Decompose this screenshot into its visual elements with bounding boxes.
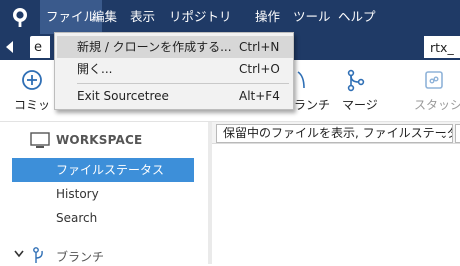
stash-button[interactable]: スタッシュ — [410, 60, 460, 120]
merge-button[interactable]: マージ — [336, 60, 380, 120]
secondary-filter-select[interactable] — [455, 124, 460, 143]
menu-item-shortcut: Alt+F4 — [239, 89, 280, 103]
branch-label: ランチ — [294, 98, 331, 112]
sidebar-item-label: Search — [56, 211, 98, 225]
menu-help[interactable]: ヘルプ — [332, 0, 382, 34]
branch-icon — [33, 247, 43, 263]
commit-button[interactable]: コミッ — [14, 60, 54, 120]
menu-item-label: 新規 / クローンを作成する... — [77, 40, 232, 54]
tab-scroll-left-icon[interactable] — [6, 41, 13, 53]
commit-plus-icon — [22, 70, 42, 90]
menu-item-new-clone[interactable]: 新規 / クローンを作成する... Ctrl+N — [57, 36, 293, 58]
chevron-down-icon[interactable] — [14, 250, 24, 258]
branch-icon — [297, 71, 305, 89]
menu-bar: ファイル 編集 表示 リポジトリ 操作 ツール ヘルプ — [0, 0, 460, 34]
menu-separator — [77, 83, 289, 84]
merge-label: マージ — [342, 98, 378, 112]
menu-item-exit[interactable]: Exit Sourcetree Alt+F4 — [57, 85, 293, 107]
file-status-filter-bar: 保留中のファイルを表示, ファイルステータス順 ⌄ — [212, 122, 460, 144]
stash-label: スタッシュ — [414, 98, 460, 112]
menu-tools[interactable]: ツール — [287, 0, 337, 34]
sourcetree-logo-icon[interactable] — [9, 6, 31, 28]
chevron-down-icon: ⌄ — [439, 130, 448, 141]
sidebar-item-label: ファイルステータス — [56, 163, 165, 177]
menu-item-shortcut: Ctrl+N — [239, 40, 280, 54]
menu-view[interactable]: 表示 — [124, 0, 161, 34]
sidebar-item-search[interactable]: Search — [12, 206, 194, 230]
sidebar: WORKSPACE ファイルステータス History Search ブランチ — [0, 122, 208, 264]
sidebar-branches-label: ブランチ — [56, 250, 105, 264]
file-status-filter-select[interactable]: 保留中のファイルを表示, ファイルステータス順 ⌄ — [216, 124, 453, 143]
menu-item-label: Exit Sourcetree — [77, 89, 169, 103]
sidebar-item-label: History — [56, 187, 99, 201]
sidebar-item-file-status[interactable]: ファイルステータス — [12, 158, 194, 182]
sidebar-item-history[interactable]: History — [12, 182, 194, 206]
menu-item-label: 開く... — [77, 62, 113, 76]
menu-actions[interactable]: 操作 — [249, 0, 286, 34]
commit-label: コミッ — [14, 98, 51, 112]
menu-item-open[interactable]: 開く... Ctrl+O — [57, 58, 293, 80]
merge-icon — [347, 69, 365, 92]
workspace-title: WORKSPACE — [56, 133, 143, 147]
menu-repository[interactable]: リポジトリ — [163, 0, 238, 34]
file-menu-dropdown: 新規 / クローンを作成する... Ctrl+N 開く... Ctrl+O Ex… — [54, 32, 294, 110]
stash-icon — [425, 71, 443, 89]
repo-tab-2[interactable]: rtx_ — [424, 36, 460, 58]
repo-tab-label: e — [34, 40, 42, 55]
menu-edit[interactable]: 編集 — [86, 0, 123, 34]
repo-tab-2-label: rtx_ — [430, 40, 454, 55]
file-status-filter-value: 保留中のファイルを表示, ファイルステータス順 — [223, 126, 452, 140]
workspace-monitor-icon — [30, 132, 50, 148]
menu-item-shortcut: Ctrl+O — [239, 62, 280, 76]
repo-tab[interactable]: e — [30, 36, 50, 58]
